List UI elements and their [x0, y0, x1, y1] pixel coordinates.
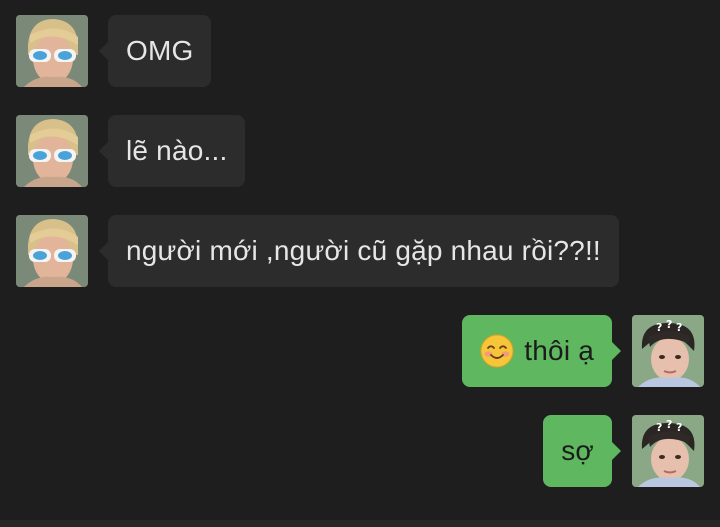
svg-text:?: ? [676, 321, 682, 334]
message-bubble-outgoing[interactable]: thôi ạ [462, 315, 621, 387]
bottom-divider [0, 520, 720, 527]
message-text: người mới ,người cũ gặp nhau rồi??!! [126, 235, 601, 266]
message-text: lẽ nào... [126, 135, 228, 166]
svg-text:?: ? [656, 321, 662, 334]
contact-avatar[interactable] [16, 215, 88, 287]
svg-text:?: ? [666, 418, 672, 431]
smiling-face-icon [480, 334, 514, 368]
contact-avatar[interactable] [16, 15, 88, 87]
message-bubble-outgoing[interactable]: sợ [543, 415, 621, 487]
svg-text:?: ? [676, 421, 682, 434]
svg-text:?: ? [666, 318, 672, 331]
contact-avatar-image [16, 15, 88, 87]
message-text: OMG [126, 35, 194, 66]
message-bubble-incoming[interactable]: OMG [98, 15, 212, 87]
message-bubble-incoming[interactable]: lẽ nào... [98, 115, 246, 187]
user-avatar-image: ? ? ? [632, 315, 704, 387]
contact-avatar-image [16, 215, 88, 287]
message-text: thôi ạ [524, 335, 594, 366]
user-avatar[interactable]: ? ? ? [632, 315, 704, 387]
contact-avatar-image [16, 115, 88, 187]
message-bubble-incoming[interactable]: người mới ,người cũ gặp nhau rồi??!! [99, 215, 619, 287]
message-text: sợ [561, 435, 594, 466]
user-avatar-image: ? ? ? [632, 415, 704, 487]
contact-avatar[interactable] [16, 115, 88, 187]
user-avatar[interactable]: ? ? ? [632, 415, 704, 487]
svg-text:?: ? [656, 421, 662, 434]
